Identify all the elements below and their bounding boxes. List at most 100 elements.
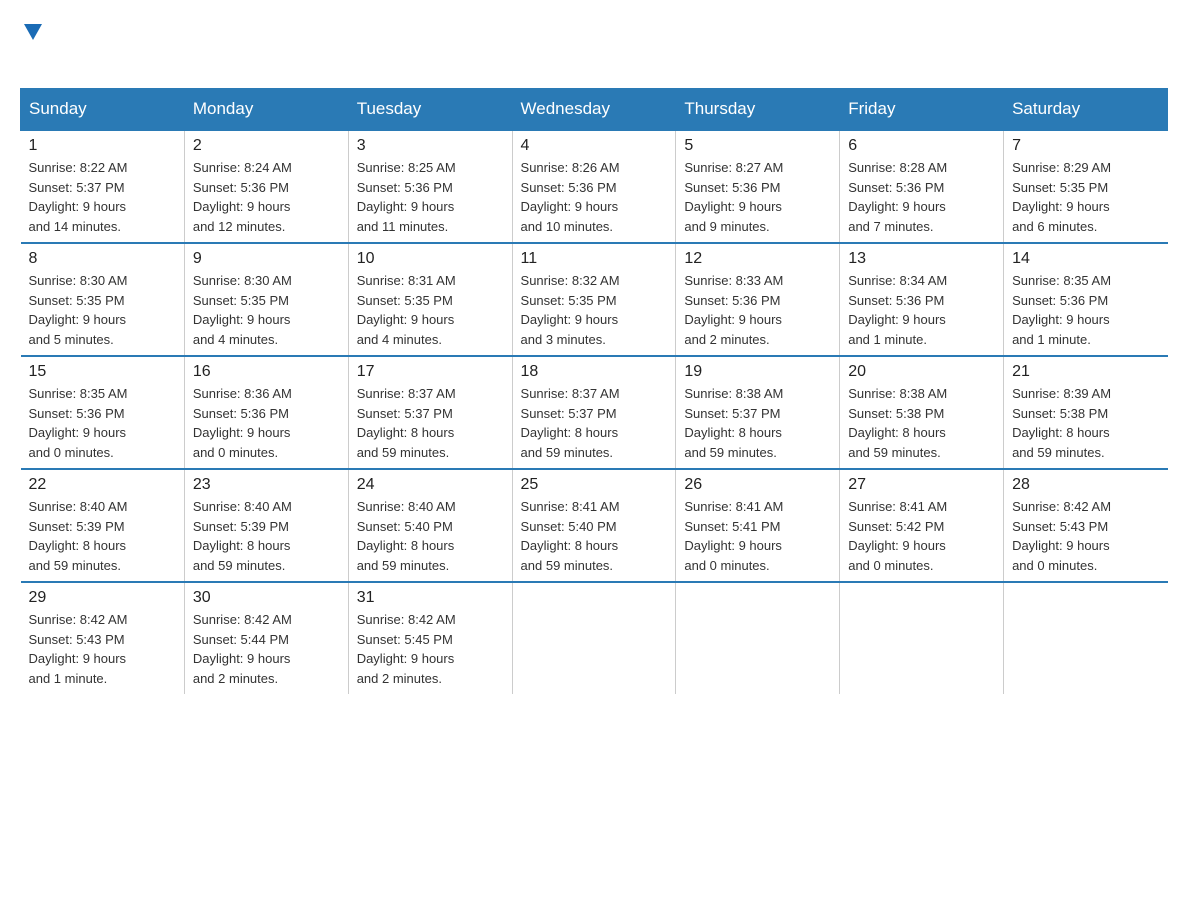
- calendar-cell: 25 Sunrise: 8:41 AMSunset: 5:40 PMDaylig…: [512, 469, 676, 582]
- calendar-cell: 23 Sunrise: 8:40 AMSunset: 5:39 PMDaylig…: [184, 469, 348, 582]
- calendar-cell: 26 Sunrise: 8:41 AMSunset: 5:41 PMDaylig…: [676, 469, 840, 582]
- day-number: 30: [193, 589, 340, 607]
- day-number: 5: [684, 137, 831, 155]
- day-info: Sunrise: 8:30 AMSunset: 5:35 PMDaylight:…: [29, 271, 176, 349]
- day-info: Sunrise: 8:41 AMSunset: 5:42 PMDaylight:…: [848, 497, 995, 575]
- calendar-cell: 21 Sunrise: 8:39 AMSunset: 5:38 PMDaylig…: [1004, 356, 1168, 469]
- day-number: 25: [521, 476, 668, 494]
- day-number: 6: [848, 137, 995, 155]
- day-info: Sunrise: 8:30 AMSunset: 5:35 PMDaylight:…: [193, 271, 340, 349]
- day-info: Sunrise: 8:42 AMSunset: 5:43 PMDaylight:…: [1012, 497, 1159, 575]
- calendar-cell: 18 Sunrise: 8:37 AMSunset: 5:37 PMDaylig…: [512, 356, 676, 469]
- calendar-week-row: 22 Sunrise: 8:40 AMSunset: 5:39 PMDaylig…: [21, 469, 1168, 582]
- day-number: 23: [193, 476, 340, 494]
- weekday-header-saturday: Saturday: [1004, 89, 1168, 131]
- calendar-cell: 1 Sunrise: 8:22 AMSunset: 5:37 PMDayligh…: [21, 130, 185, 243]
- day-number: 24: [357, 476, 504, 494]
- calendar-cell: 7 Sunrise: 8:29 AMSunset: 5:35 PMDayligh…: [1004, 130, 1168, 243]
- day-number: 27: [848, 476, 995, 494]
- day-number: 13: [848, 250, 995, 268]
- day-number: 4: [521, 137, 668, 155]
- day-info: Sunrise: 8:38 AMSunset: 5:38 PMDaylight:…: [848, 384, 995, 462]
- day-info: Sunrise: 8:40 AMSunset: 5:40 PMDaylight:…: [357, 497, 504, 575]
- day-info: Sunrise: 8:26 AMSunset: 5:36 PMDaylight:…: [521, 158, 668, 236]
- page-header: [20, 20, 1168, 78]
- calendar-cell: 22 Sunrise: 8:40 AMSunset: 5:39 PMDaylig…: [21, 469, 185, 582]
- calendar-cell: 24 Sunrise: 8:40 AMSunset: 5:40 PMDaylig…: [348, 469, 512, 582]
- day-number: 31: [357, 589, 504, 607]
- calendar-cell: [512, 582, 676, 694]
- weekday-header-friday: Friday: [840, 89, 1004, 131]
- calendar-cell: 12 Sunrise: 8:33 AMSunset: 5:36 PMDaylig…: [676, 243, 840, 356]
- day-number: 26: [684, 476, 831, 494]
- day-info: Sunrise: 8:39 AMSunset: 5:38 PMDaylight:…: [1012, 384, 1159, 462]
- calendar-cell: 10 Sunrise: 8:31 AMSunset: 5:35 PMDaylig…: [348, 243, 512, 356]
- calendar-table: SundayMondayTuesdayWednesdayThursdayFrid…: [20, 88, 1168, 694]
- day-number: 29: [29, 589, 176, 607]
- day-number: 3: [357, 137, 504, 155]
- day-info: Sunrise: 8:40 AMSunset: 5:39 PMDaylight:…: [193, 497, 340, 575]
- calendar-cell: 6 Sunrise: 8:28 AMSunset: 5:36 PMDayligh…: [840, 130, 1004, 243]
- day-number: 19: [684, 363, 831, 381]
- day-number: 20: [848, 363, 995, 381]
- day-info: Sunrise: 8:42 AMSunset: 5:43 PMDaylight:…: [29, 610, 176, 688]
- day-info: Sunrise: 8:41 AMSunset: 5:41 PMDaylight:…: [684, 497, 831, 575]
- day-info: Sunrise: 8:33 AMSunset: 5:36 PMDaylight:…: [684, 271, 831, 349]
- day-info: Sunrise: 8:37 AMSunset: 5:37 PMDaylight:…: [357, 384, 504, 462]
- weekday-header-row: SundayMondayTuesdayWednesdayThursdayFrid…: [21, 89, 1168, 131]
- calendar-cell: [1004, 582, 1168, 694]
- weekday-header-monday: Monday: [184, 89, 348, 131]
- weekday-header-thursday: Thursday: [676, 89, 840, 131]
- day-number: 8: [29, 250, 176, 268]
- calendar-cell: 15 Sunrise: 8:35 AMSunset: 5:36 PMDaylig…: [21, 356, 185, 469]
- day-number: 17: [357, 363, 504, 381]
- day-number: 22: [29, 476, 176, 494]
- calendar-cell: [840, 582, 1004, 694]
- day-number: 16: [193, 363, 340, 381]
- calendar-cell: 30 Sunrise: 8:42 AMSunset: 5:44 PMDaylig…: [184, 582, 348, 694]
- calendar-cell: 29 Sunrise: 8:42 AMSunset: 5:43 PMDaylig…: [21, 582, 185, 694]
- day-info: Sunrise: 8:29 AMSunset: 5:35 PMDaylight:…: [1012, 158, 1159, 236]
- day-info: Sunrise: 8:38 AMSunset: 5:37 PMDaylight:…: [684, 384, 831, 462]
- calendar-cell: [676, 582, 840, 694]
- logo: [20, 20, 44, 78]
- day-number: 21: [1012, 363, 1159, 381]
- day-number: 12: [684, 250, 831, 268]
- day-number: 14: [1012, 250, 1159, 268]
- calendar-cell: 13 Sunrise: 8:34 AMSunset: 5:36 PMDaylig…: [840, 243, 1004, 356]
- day-number: 2: [193, 137, 340, 155]
- calendar-week-row: 29 Sunrise: 8:42 AMSunset: 5:43 PMDaylig…: [21, 582, 1168, 694]
- day-info: Sunrise: 8:22 AMSunset: 5:37 PMDaylight:…: [29, 158, 176, 236]
- calendar-cell: 11 Sunrise: 8:32 AMSunset: 5:35 PMDaylig…: [512, 243, 676, 356]
- weekday-header-tuesday: Tuesday: [348, 89, 512, 131]
- logo-triangle-icon: [22, 20, 44, 42]
- day-info: Sunrise: 8:34 AMSunset: 5:36 PMDaylight:…: [848, 271, 995, 349]
- day-number: 15: [29, 363, 176, 381]
- day-info: Sunrise: 8:42 AMSunset: 5:44 PMDaylight:…: [193, 610, 340, 688]
- calendar-cell: 2 Sunrise: 8:24 AMSunset: 5:36 PMDayligh…: [184, 130, 348, 243]
- calendar-cell: 28 Sunrise: 8:42 AMSunset: 5:43 PMDaylig…: [1004, 469, 1168, 582]
- day-number: 10: [357, 250, 504, 268]
- day-info: Sunrise: 8:42 AMSunset: 5:45 PMDaylight:…: [357, 610, 504, 688]
- day-info: Sunrise: 8:28 AMSunset: 5:36 PMDaylight:…: [848, 158, 995, 236]
- day-info: Sunrise: 8:35 AMSunset: 5:36 PMDaylight:…: [29, 384, 176, 462]
- calendar-cell: 17 Sunrise: 8:37 AMSunset: 5:37 PMDaylig…: [348, 356, 512, 469]
- weekday-header-wednesday: Wednesday: [512, 89, 676, 131]
- calendar-cell: 31 Sunrise: 8:42 AMSunset: 5:45 PMDaylig…: [348, 582, 512, 694]
- calendar-cell: 20 Sunrise: 8:38 AMSunset: 5:38 PMDaylig…: [840, 356, 1004, 469]
- calendar-cell: 8 Sunrise: 8:30 AMSunset: 5:35 PMDayligh…: [21, 243, 185, 356]
- day-info: Sunrise: 8:40 AMSunset: 5:39 PMDaylight:…: [29, 497, 176, 575]
- day-number: 1: [29, 137, 176, 155]
- calendar-cell: 9 Sunrise: 8:30 AMSunset: 5:35 PMDayligh…: [184, 243, 348, 356]
- calendar-cell: 16 Sunrise: 8:36 AMSunset: 5:36 PMDaylig…: [184, 356, 348, 469]
- calendar-cell: 5 Sunrise: 8:27 AMSunset: 5:36 PMDayligh…: [676, 130, 840, 243]
- day-info: Sunrise: 8:24 AMSunset: 5:36 PMDaylight:…: [193, 158, 340, 236]
- calendar-week-row: 15 Sunrise: 8:35 AMSunset: 5:36 PMDaylig…: [21, 356, 1168, 469]
- calendar-cell: 14 Sunrise: 8:35 AMSunset: 5:36 PMDaylig…: [1004, 243, 1168, 356]
- day-info: Sunrise: 8:36 AMSunset: 5:36 PMDaylight:…: [193, 384, 340, 462]
- day-info: Sunrise: 8:41 AMSunset: 5:40 PMDaylight:…: [521, 497, 668, 575]
- day-info: Sunrise: 8:27 AMSunset: 5:36 PMDaylight:…: [684, 158, 831, 236]
- calendar-cell: 4 Sunrise: 8:26 AMSunset: 5:36 PMDayligh…: [512, 130, 676, 243]
- weekday-header-sunday: Sunday: [21, 89, 185, 131]
- calendar-cell: 27 Sunrise: 8:41 AMSunset: 5:42 PMDaylig…: [840, 469, 1004, 582]
